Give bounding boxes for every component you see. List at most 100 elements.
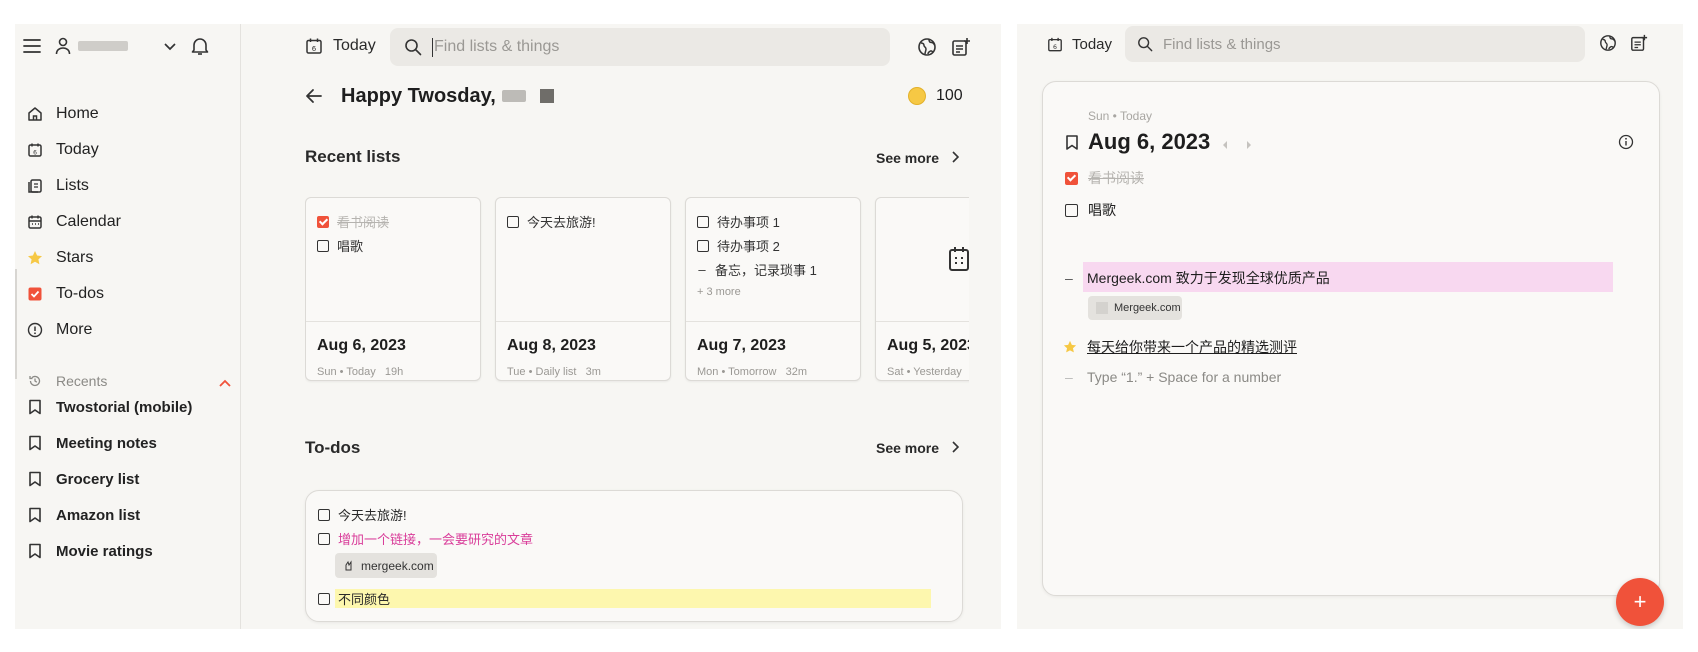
list-item: 看书阅读 bbox=[317, 212, 389, 231]
text-cursor bbox=[432, 37, 433, 57]
recents-header[interactable]: Recents bbox=[22, 369, 232, 393]
list-detail-window: 6 Today Find lists & things Sun • Today … bbox=[1017, 24, 1683, 629]
sidebar-header bbox=[15, 24, 240, 72]
list-item: 待办事项 2 bbox=[697, 236, 780, 255]
recent-item-meeting-notes[interactable]: Meeting notes bbox=[22, 428, 157, 458]
next-date-icon[interactable] bbox=[1245, 137, 1253, 155]
see-more-label: See more bbox=[876, 440, 940, 456]
recent-item-grocery-list[interactable]: Grocery list bbox=[22, 464, 139, 494]
sidebar: Home 6 Today Lists Calendar Stars To-dos… bbox=[15, 24, 241, 629]
list-title: Aug 6, 2023 bbox=[1088, 129, 1211, 154]
new-note-icon[interactable] bbox=[951, 37, 971, 62]
dash-icon: – bbox=[698, 262, 706, 277]
bookmark-icon bbox=[22, 543, 48, 559]
recent-item-twostorial[interactable]: Twostorial (mobile) bbox=[22, 392, 192, 422]
calendar-today-icon: 6 bbox=[1047, 36, 1063, 53]
recent-list-card[interactable]: 看书阅读 唱歌 Aug 6, 2023 Sun • Today 19h bbox=[305, 197, 481, 381]
bookmark-icon bbox=[22, 507, 48, 523]
checkbox-checked-icon[interactable] bbox=[1065, 171, 1078, 185]
sidebar-item-label: Calendar bbox=[56, 213, 121, 230]
link-chip-label: mergeek.com bbox=[361, 558, 434, 573]
recent-item-amazon-list[interactable]: Amazon list bbox=[22, 500, 140, 530]
search-input[interactable]: Find lists & things bbox=[1125, 26, 1585, 62]
globe-icon[interactable] bbox=[917, 37, 937, 62]
recent-lists-carousel[interactable]: 看书阅读 唱歌 Aug 6, 2023 Sun • Today 19h 今天去旅… bbox=[305, 197, 969, 387]
search-placeholder: Find lists & things bbox=[1163, 35, 1281, 53]
chevron-up-icon[interactable] bbox=[218, 375, 232, 391]
todos-see-more[interactable]: See more bbox=[876, 440, 960, 456]
todo-item[interactable]: 增加一个链接，一会要研究的文章 bbox=[318, 529, 533, 548]
item-text: 唱歌 bbox=[1088, 202, 1116, 218]
chevron-down-icon[interactable] bbox=[163, 39, 177, 57]
recent-list-card[interactable]: 今天去旅游! Aug 8, 2023 Tue • Daily list 3m bbox=[495, 197, 671, 381]
recent-item-label: Twostorial (mobile) bbox=[56, 398, 193, 416]
todo-item[interactable]: 不同颜色 bbox=[318, 589, 390, 608]
sidebar-item-label: Stars bbox=[56, 249, 94, 266]
info-icon[interactable] bbox=[1618, 134, 1634, 155]
link-chip-label: Mergeek.com bbox=[1114, 302, 1181, 314]
home-icon bbox=[22, 106, 48, 122]
note-item[interactable]: – Mergeek.com 致力于发现全球优质产品 bbox=[1065, 268, 1330, 288]
list-item: 唱歌 bbox=[317, 236, 363, 255]
bookmark-icon[interactable] bbox=[1065, 134, 1079, 156]
sidebar-item-home[interactable]: Home bbox=[22, 99, 99, 129]
sidebar-item-label: To-dos bbox=[56, 285, 105, 302]
checkbox-icon[interactable] bbox=[1065, 203, 1078, 217]
new-note-icon[interactable] bbox=[1630, 34, 1648, 57]
item-text: 今天去旅游! bbox=[527, 215, 596, 230]
todos-card: 今天去旅游! 增加一个链接，一会要研究的文章 mergeek.com 不同颜色 bbox=[305, 490, 963, 622]
recent-item-movie-ratings[interactable]: Movie ratings bbox=[22, 536, 153, 566]
bell-icon[interactable] bbox=[191, 36, 209, 61]
coin-icon bbox=[908, 87, 926, 105]
sidebar-item-more[interactable]: More bbox=[22, 315, 92, 345]
todo-item[interactable]: 今天去旅游! bbox=[318, 505, 407, 524]
sidebar-item-todos[interactable]: To-dos bbox=[22, 279, 104, 309]
starred-item[interactable]: 每天给你带来一个产品的精选测评 bbox=[1063, 337, 1297, 357]
prev-date-icon[interactable] bbox=[1221, 137, 1229, 155]
today-button[interactable]: 6 Today bbox=[305, 34, 376, 58]
recent-item-label: Grocery list bbox=[56, 470, 140, 488]
redacted-name bbox=[539, 89, 554, 103]
todo-text: 不同颜色 bbox=[338, 592, 391, 607]
recent-lists-see-more[interactable]: See more bbox=[876, 150, 960, 166]
today-day-number: 6 bbox=[312, 45, 317, 53]
menu-icon[interactable] bbox=[23, 38, 41, 59]
star-icon bbox=[22, 250, 48, 266]
today-button[interactable]: 6 Today bbox=[1047, 32, 1112, 56]
avatar bbox=[78, 41, 128, 51]
search-icon bbox=[404, 38, 422, 56]
checkbox-icon[interactable] bbox=[318, 532, 330, 545]
list-item[interactable]: 唱歌 bbox=[1065, 200, 1116, 220]
bookmark-icon bbox=[22, 435, 48, 451]
item-text: 看书阅读 bbox=[1088, 170, 1144, 186]
recent-list-card[interactable]: Aug 5, 2023 Sat • Yesterday bbox=[875, 197, 969, 381]
checkbox-icon[interactable] bbox=[318, 508, 330, 521]
checkbox-icon[interactable] bbox=[318, 592, 330, 605]
sidebar-item-lists[interactable]: Lists bbox=[22, 171, 89, 201]
item-text: 待办事项 2 bbox=[717, 239, 780, 254]
search-input[interactable]: Find lists & things bbox=[390, 28, 890, 66]
list-item: – 备忘，记录琐事 1 bbox=[697, 260, 816, 279]
recent-list-card[interactable]: 待办事项 1 待办事项 2 – 备忘，记录琐事 1 + 3 more Aug 7,… bbox=[685, 197, 861, 381]
add-button[interactable]: + bbox=[1616, 578, 1664, 626]
calendar-icon bbox=[948, 246, 969, 277]
coin-count: 100 bbox=[936, 87, 963, 104]
link-preview-chip[interactable]: Mergeek.com bbox=[1088, 296, 1182, 320]
card-preview: 看书阅读 唱歌 bbox=[306, 198, 480, 322]
list-item: 待办事项 1 bbox=[697, 212, 780, 231]
sidebar-item-calendar[interactable]: Calendar bbox=[22, 207, 121, 237]
sidebar-scrollbar[interactable] bbox=[15, 269, 17, 379]
sidebar-item-stars[interactable]: Stars bbox=[22, 243, 93, 273]
main-window: Home 6 Today Lists Calendar Stars To-dos… bbox=[15, 24, 1001, 629]
coin-balance[interactable]: 100 bbox=[908, 84, 963, 108]
recent-item-label: Meeting notes bbox=[56, 434, 157, 452]
list-item[interactable]: 看书阅读 bbox=[1065, 168, 1144, 188]
sidebar-item-label: Today bbox=[56, 141, 99, 158]
item-text: 唱歌 bbox=[337, 239, 364, 254]
sidebar-item-today[interactable]: 6 Today bbox=[22, 135, 99, 165]
back-arrow-icon[interactable] bbox=[305, 88, 323, 109]
link-preview-chip[interactable]: mergeek.com bbox=[335, 553, 437, 578]
user-icon[interactable] bbox=[55, 37, 71, 60]
globe-icon[interactable] bbox=[1599, 34, 1617, 57]
new-item-input[interactable]: – Type “1.” + Space for a number bbox=[1065, 369, 1281, 385]
